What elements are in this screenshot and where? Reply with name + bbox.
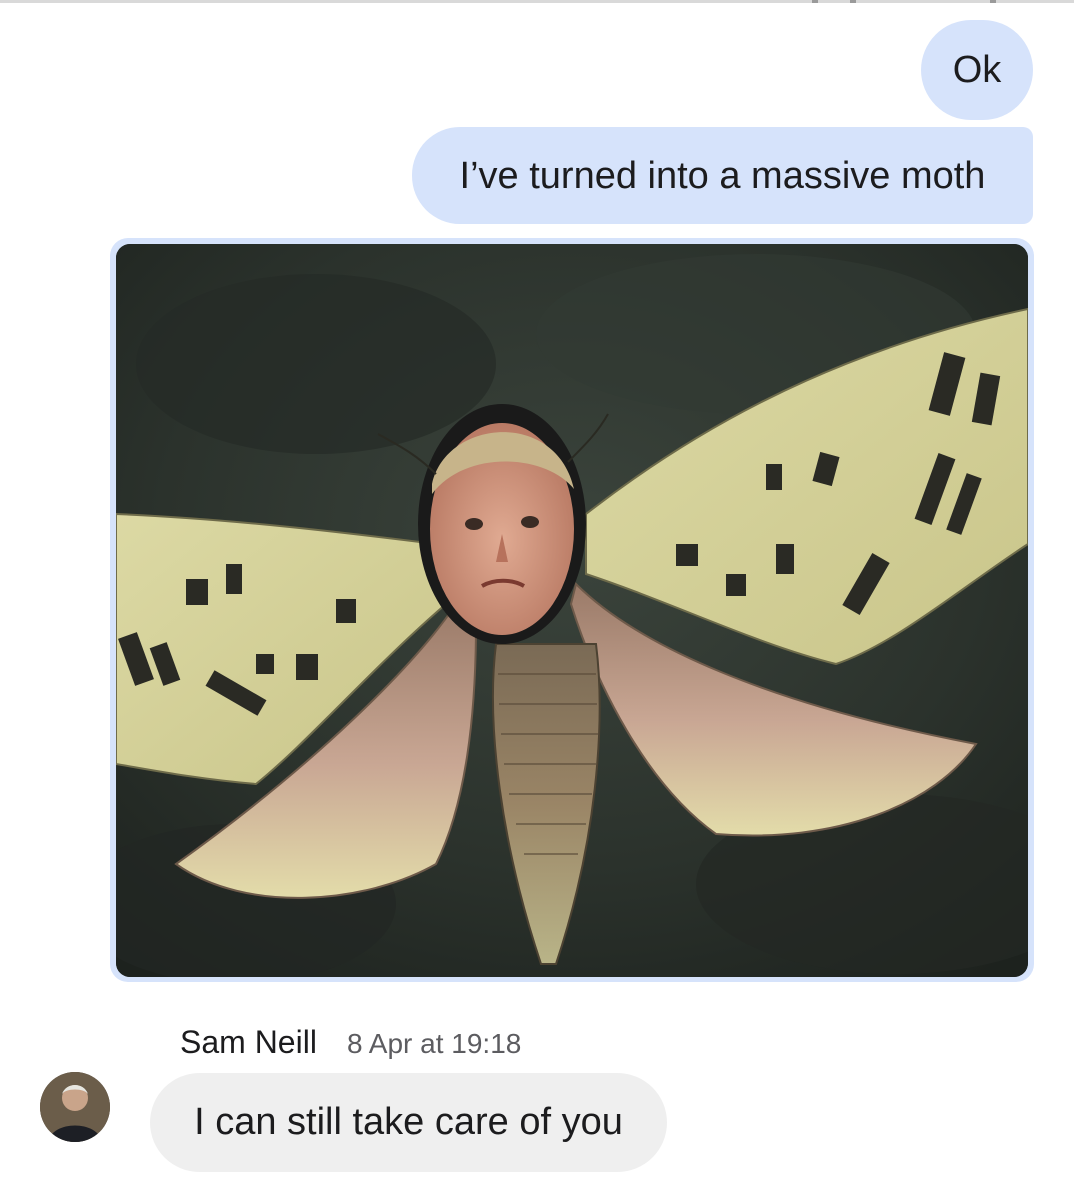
photo-attachment[interactable] — [116, 244, 1028, 977]
outgoing-message-bubble[interactable]: Ok — [921, 20, 1033, 120]
outgoing-message-bubble[interactable]: I’ve turned into a massive moth — [412, 127, 1033, 224]
divider-tick — [990, 0, 996, 3]
message-timestamp: 8 Apr at 19:18 — [347, 1028, 522, 1059]
avatar[interactable] — [40, 1072, 110, 1142]
message-text: I’ve turned into a massive moth — [459, 154, 986, 197]
message-text: I can still take care of you — [194, 1101, 623, 1143]
incoming-message-bubble[interactable]: I can still take care of you — [150, 1073, 667, 1172]
sender-name: Sam Neill — [180, 1024, 317, 1060]
chat-window: Ok I’ve turned into a massive moth Sam N… — [0, 0, 1074, 1200]
top-divider — [0, 0, 1074, 3]
message-text: Ok — [952, 49, 1002, 91]
moth-image — [116, 244, 1028, 977]
divider-tick — [812, 0, 818, 3]
divider-tick — [850, 0, 856, 3]
user-avatar-icon — [40, 1072, 110, 1142]
